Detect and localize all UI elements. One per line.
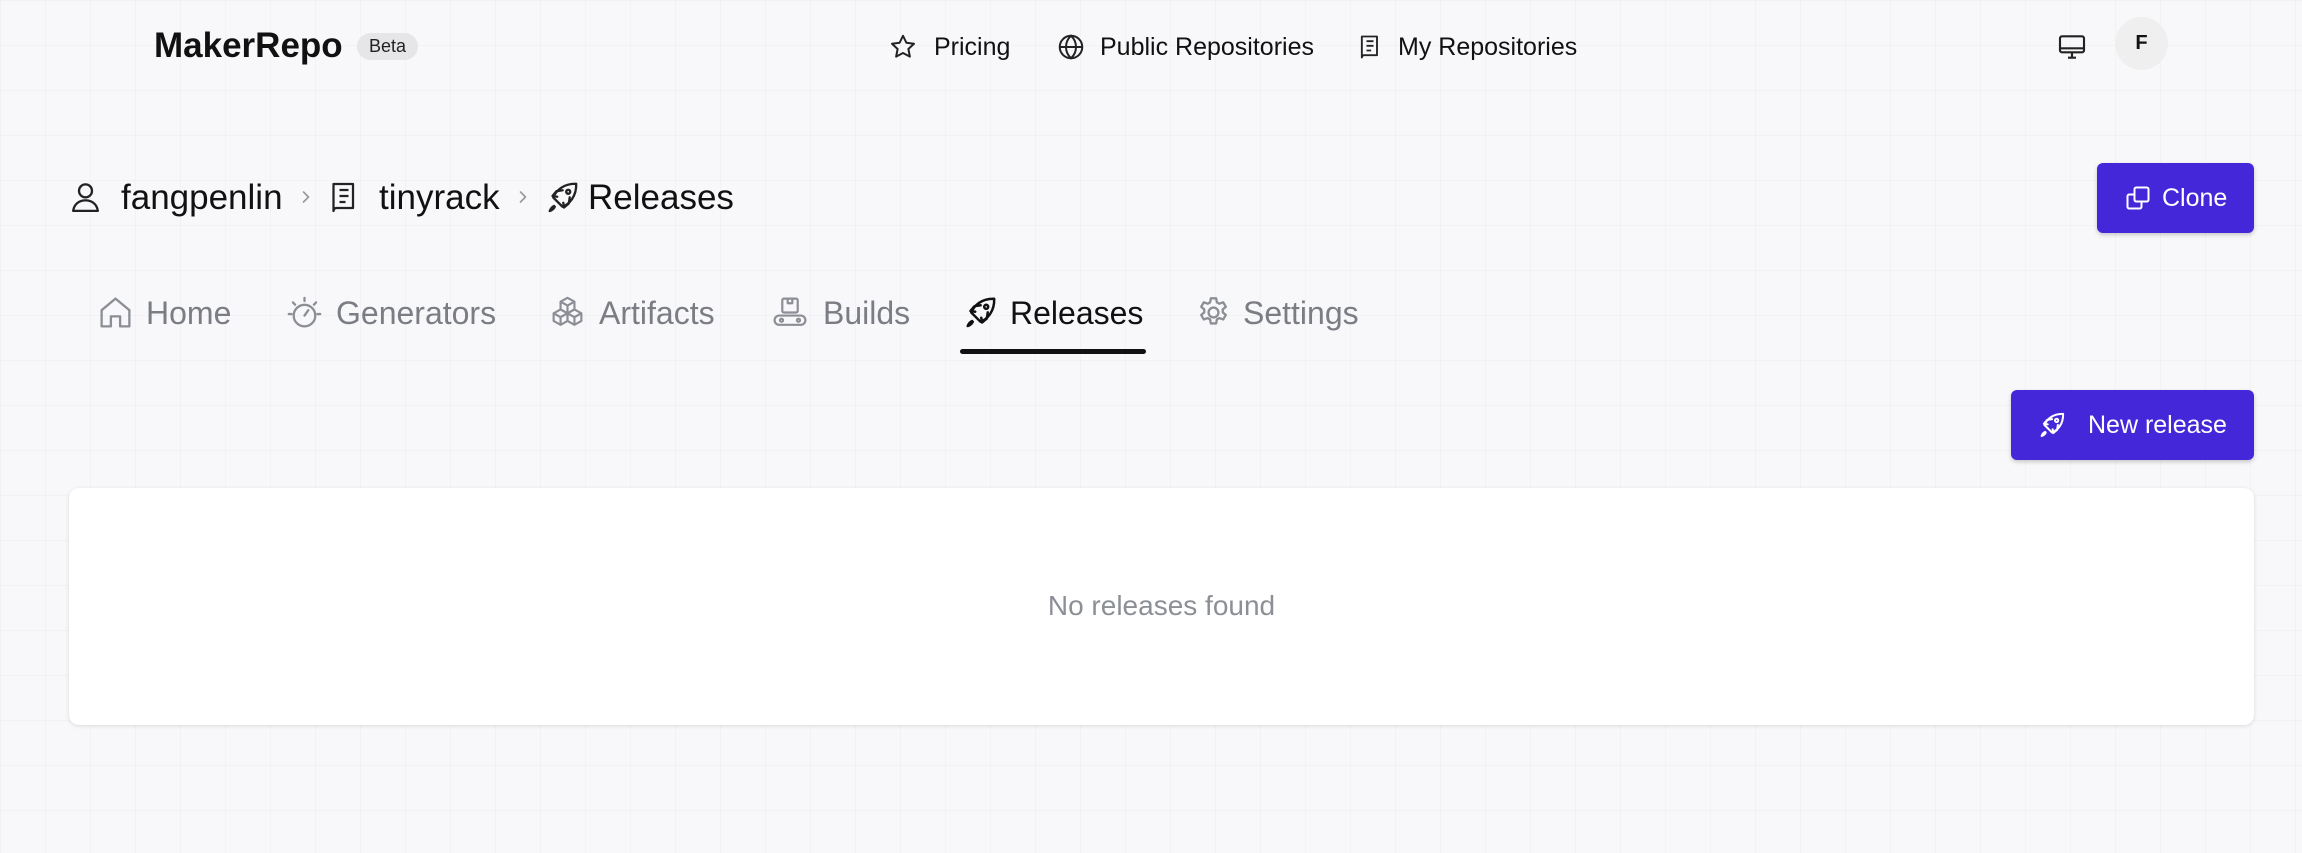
generator-icon: [286, 294, 323, 331]
tab-builds-label: Builds: [823, 295, 911, 331]
active-tab-indicator: [960, 349, 1146, 354]
chevron-right-icon: [513, 185, 533, 209]
star-icon: [888, 32, 918, 62]
new-release-button-label: New release: [2088, 411, 2227, 439]
nav-pricing-label: Pricing: [934, 33, 1011, 61]
user-avatar[interactable]: F: [2115, 17, 2168, 70]
chevron-right-icon: [296, 185, 316, 209]
book-icon: [326, 179, 362, 216]
tab-artifacts-label: Artifacts: [599, 295, 715, 331]
book-icon: [1356, 32, 1384, 62]
tab-generators-label: Generators: [336, 295, 497, 331]
tab-settings-label: Settings: [1243, 295, 1359, 331]
rocket-icon: [962, 294, 999, 331]
rocket-icon: [2037, 410, 2067, 440]
copy-icon: [2124, 184, 2152, 212]
nav-public-repositories-label: Public Repositories: [1100, 33, 1314, 61]
beta-badge: Beta: [357, 33, 419, 60]
gear-icon: [1195, 294, 1232, 331]
brand-logo[interactable]: MakerRepo: [154, 24, 343, 68]
monitor-icon: [2056, 31, 2088, 63]
breadcrumb-current: Releases: [588, 178, 734, 217]
releases-card: No releases found: [69, 488, 2254, 725]
breadcrumb-repo-link[interactable]: tinyrack: [379, 176, 500, 220]
empty-state-message: No releases found: [1047, 590, 1276, 621]
tab-home-label: Home: [146, 295, 232, 331]
home-icon: [97, 294, 134, 331]
tab-releases-label: Releases: [1010, 295, 1144, 331]
nav-my-repositories-label: My Repositories: [1398, 33, 1578, 61]
breadcrumb-owner-link[interactable]: fangpenlin: [121, 176, 283, 220]
rocket-icon: [544, 179, 581, 216]
globe-icon: [1056, 32, 1086, 62]
clone-button[interactable]: Clone: [2097, 163, 2254, 233]
conveyor-icon: [770, 294, 810, 331]
boxes-icon: [549, 294, 586, 331]
theme-toggle-button[interactable]: [2050, 27, 2094, 67]
clone-button-label: Clone: [2162, 184, 2228, 212]
user-icon: [67, 178, 104, 216]
new-release-button[interactable]: New release: [2011, 390, 2254, 460]
